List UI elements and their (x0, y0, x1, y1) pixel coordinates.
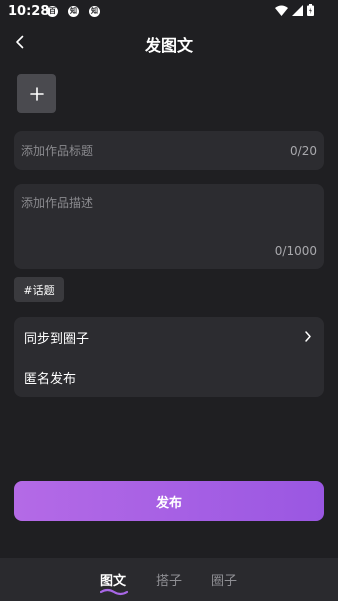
description-field-container: 0/1000 (14, 184, 324, 269)
description-input[interactable] (21, 194, 317, 244)
anonymous-publish-row[interactable]: 匿名发布 (14, 357, 324, 397)
wifi-icon (275, 5, 288, 16)
notification-icon: 百 (47, 6, 58, 17)
tab-image-text[interactable]: 图文 (100, 570, 126, 589)
description-char-counter: 0/1000 (274, 244, 317, 258)
page-title: 发图文 (144, 36, 193, 55)
title-input[interactable] (21, 131, 271, 170)
options-card: 同步到圈子 匿名发布 (14, 317, 324, 397)
plus-icon (29, 86, 44, 101)
notification-icon: 知 (68, 6, 79, 17)
title-field-container: 0/20 (14, 131, 324, 170)
sync-to-circle-label: 同步到圈子 (24, 332, 90, 347)
title-char-counter: 0/20 (290, 144, 317, 158)
system-icons (275, 4, 314, 16)
battery-icon (307, 4, 314, 16)
sync-to-circle-row[interactable]: 同步到圈子 (14, 317, 324, 357)
screen: 10:28 百 知 知 发图文 0/20 0/1000 #话题 同步到圈 (0, 0, 338, 601)
status-bar: 10:28 百 知 知 (0, 0, 338, 24)
bottom-tab-bar: 图文 搭子 圈子 (0, 558, 338, 601)
topic-tag-button[interactable]: #话题 (14, 277, 64, 302)
anonymous-publish-label: 匿名发布 (24, 372, 77, 387)
tab-circle[interactable]: 圈子 (211, 570, 237, 589)
chevron-right-icon (305, 331, 311, 342)
add-image-button[interactable] (17, 74, 56, 113)
signal-icon (292, 4, 303, 16)
notification-icon: 知 (89, 6, 100, 17)
active-tab-indicator (100, 588, 128, 596)
tab-buddy[interactable]: 搭子 (156, 570, 182, 589)
status-time: 10:28 (8, 4, 50, 19)
publish-button[interactable]: 发布 (14, 481, 324, 521)
